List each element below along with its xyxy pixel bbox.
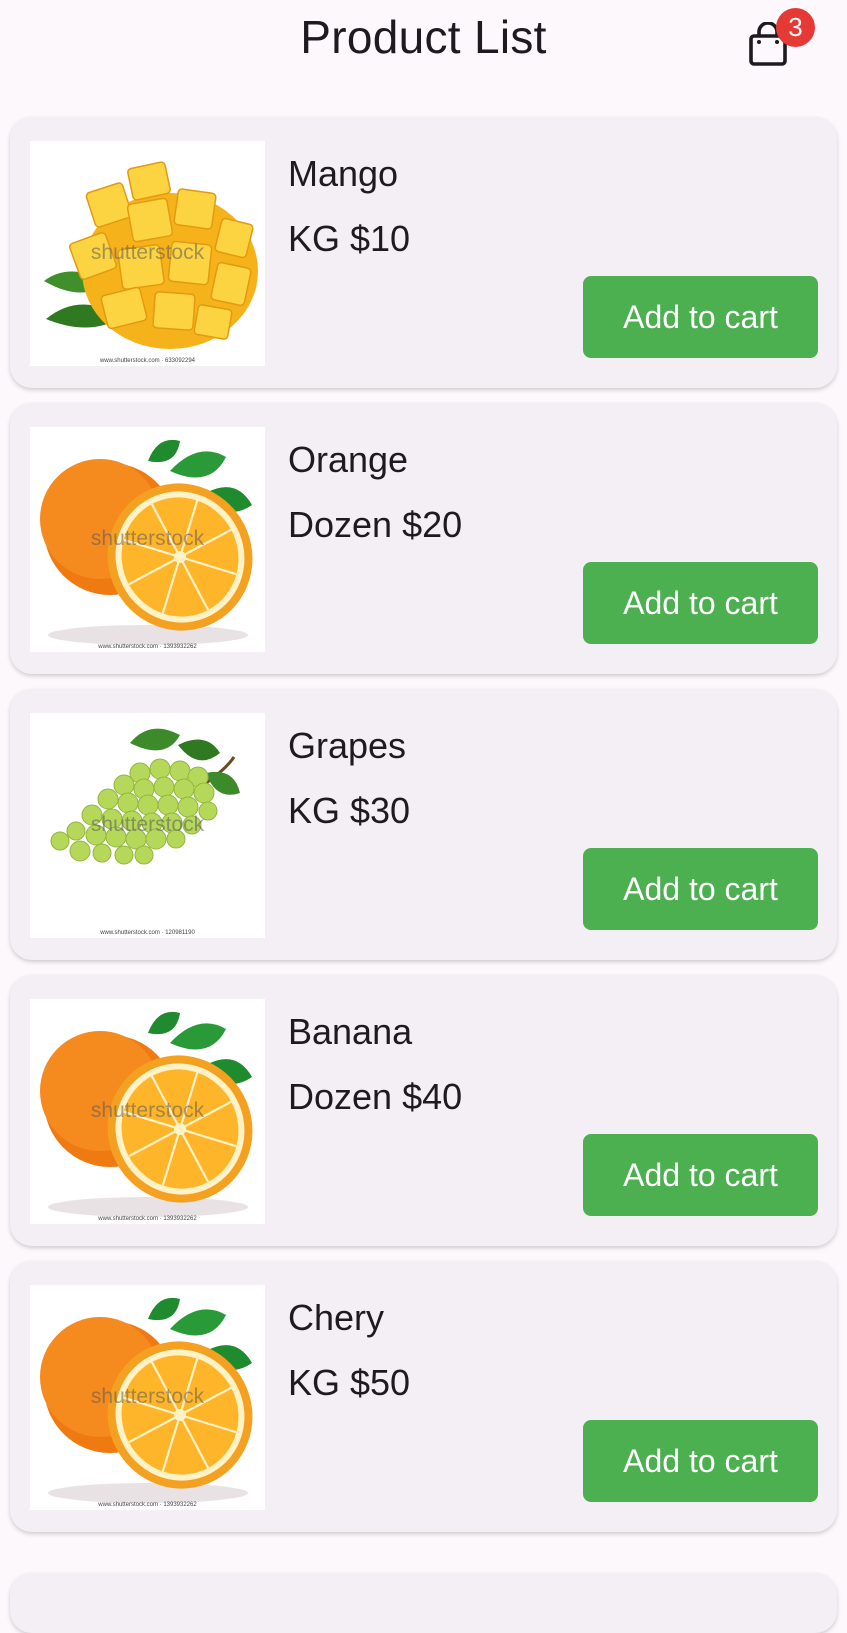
product-image: shutterstock www.shutterstock.com · 1393… (30, 427, 265, 652)
product-image: shutterstock www.shutterstock.com · 1393… (30, 1285, 265, 1510)
product-image: shutterstock www.shutterstock.com · 1209… (30, 713, 265, 938)
product-card: shutterstock www.shutterstock.com · 6330… (10, 117, 837, 388)
watermark-text: shutterstock (90, 813, 205, 836)
watermark-url: www.shutterstock.com · 633092294 (99, 358, 196, 364)
product-name: Mango (288, 153, 399, 194)
add-to-cart-button[interactable]: Add to cart (583, 1134, 818, 1216)
product-price: KG $30 (288, 790, 411, 831)
watermark-text: shutterstock (90, 1385, 205, 1408)
product-card: shutterstock www.shutterstock.com · 1209… (10, 689, 837, 960)
watermark-text: shutterstock (90, 1099, 205, 1122)
product-card-partial (10, 1573, 837, 1633)
product-name: Banana (288, 1011, 413, 1052)
product-card: shutterstock www.shutterstock.com · 1393… (10, 1261, 837, 1532)
add-to-cart-button[interactable]: Add to cart (583, 1420, 818, 1502)
product-image: shutterstock www.shutterstock.com · 1393… (30, 999, 265, 1224)
watermark-text: shutterstock (90, 527, 205, 550)
app-bar: Product List 3 (0, 0, 847, 82)
cart-button[interactable]: 3 (746, 8, 815, 68)
product-card: shutterstock www.shutterstock.com · 1393… (10, 403, 837, 674)
add-to-cart-button[interactable]: Add to cart (583, 848, 818, 930)
add-to-cart-button[interactable]: Add to cart (583, 276, 818, 358)
product-name: Chery (288, 1297, 385, 1338)
product-price: Dozen $40 (288, 1076, 463, 1117)
product-name: Orange (288, 439, 409, 480)
cart-count-badge: 3 (776, 8, 815, 47)
watermark-text: shutterstock (90, 241, 205, 264)
product-price: KG $50 (288, 1362, 411, 1403)
product-price: Dozen $20 (288, 504, 463, 545)
page-title: Product List (300, 11, 547, 63)
watermark-url: www.shutterstock.com · 1393932262 (98, 1502, 197, 1508)
product-card: shutterstock www.shutterstock.com · 1393… (10, 975, 837, 1246)
watermark-url: www.shutterstock.com · 120981190 (100, 930, 195, 936)
product-name: Grapes (288, 725, 407, 766)
add-to-cart-button[interactable]: Add to cart (583, 562, 818, 644)
product-image: shutterstock www.shutterstock.com · 6330… (30, 141, 265, 366)
product-price: KG $10 (288, 218, 411, 259)
watermark-url: www.shutterstock.com · 1393932262 (98, 1216, 197, 1222)
watermark-url: www.shutterstock.com · 1393932262 (98, 644, 197, 650)
